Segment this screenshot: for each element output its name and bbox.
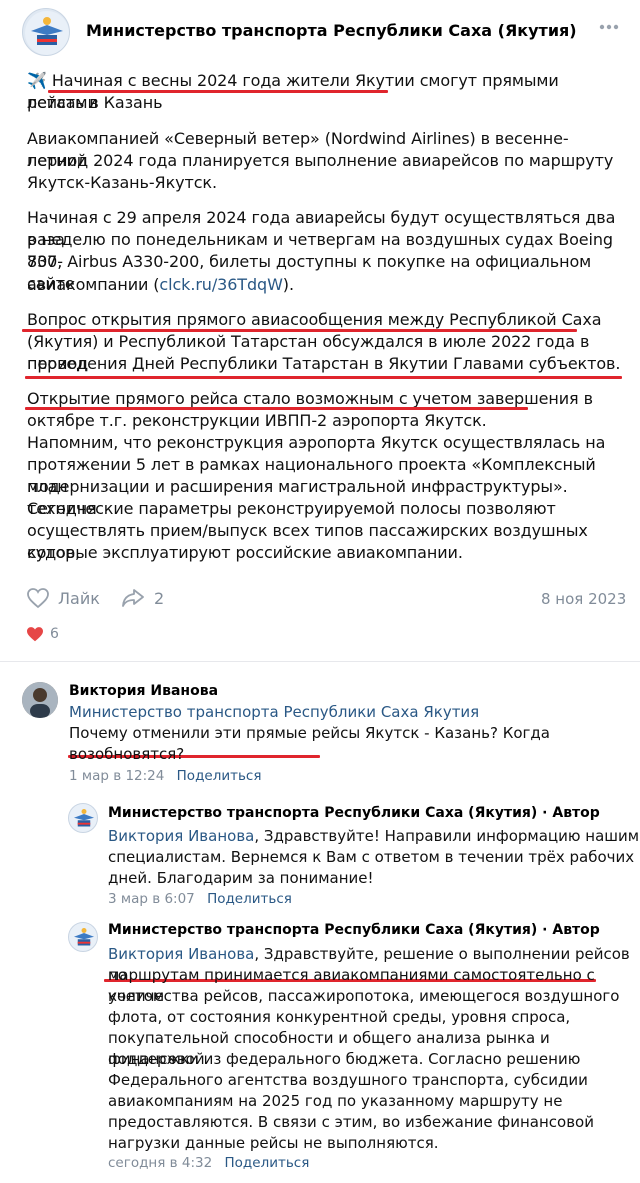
post-date[interactable]: 8 ноя 2023 (541, 590, 626, 608)
comment-time[interactable]: сегодня в 4:32 (108, 1155, 212, 1171)
comment-meta: сегодня в 4:32 Поделиться (108, 1155, 309, 1171)
user-photo-icon (22, 682, 58, 718)
comment-text: Виктория Иванова, Здравствуйте! Направил… (108, 827, 640, 845)
heart-filled-icon (27, 627, 43, 642)
comment-text: возобновятся? (69, 745, 185, 763)
share-arrow-icon (122, 589, 144, 607)
comment-text: авиакомпаниям на 2025 год по указанному … (108, 1092, 563, 1110)
reactions[interactable]: 6 (26, 626, 59, 642)
ministry-emblem-icon (74, 809, 94, 827)
heart-outline-icon (27, 588, 49, 609)
avatar[interactable] (22, 682, 58, 718)
comment-reply-to[interactable]: Виктория Иванова (108, 945, 254, 963)
comment-time[interactable]: 3 мар в 6:07 (108, 891, 195, 907)
comment-share-button[interactable]: Поделиться (207, 891, 292, 907)
airplane-emoji-icon: ✈️ (27, 71, 47, 90)
community-name[interactable]: Министерство транспорта Республики Саха … (86, 21, 577, 40)
highlight-underline (48, 90, 388, 93)
comment-text: поддержки из федерального бюджета. Согла… (108, 1050, 581, 1068)
more-horizontal-icon[interactable] (596, 14, 622, 40)
comment-text: специалистам. Вернемся к Вам с ответом в… (108, 848, 635, 866)
comment-share-button[interactable]: Поделиться (225, 1155, 310, 1171)
avatar[interactable] (68, 803, 98, 833)
comment-reply-to[interactable]: Виктория Иванова (108, 827, 254, 845)
avatar[interactable] (68, 922, 98, 952)
comment-text: дней. Благодарим за понимание! (108, 869, 374, 887)
share-button[interactable]: 2 (120, 587, 164, 609)
divider (0, 661, 640, 662)
highlight-underline (25, 407, 528, 410)
comment-text: предоставляются. В связи с этим, во избе… (108, 1113, 594, 1131)
like-button[interactable]: Лайк (26, 587, 100, 609)
comment-text: Почему отменили эти прямые рейсы Якутск … (69, 724, 550, 742)
comment-author[interactable]: Министерство транспорта Республики Саха … (108, 805, 600, 821)
comment-text: количества рейсов, пассажиропотока, имею… (108, 987, 620, 1005)
community-avatar[interactable] (22, 8, 70, 56)
comment-author[interactable]: Виктория Иванова (69, 683, 218, 699)
post-link[interactable]: clck.ru/36TdqW (159, 275, 282, 294)
comment-meta: 1 мар в 12:24 Поделиться (69, 768, 261, 784)
comment-time[interactable]: 1 мар в 12:24 (69, 768, 164, 784)
ministry-emblem-icon (25, 11, 69, 55)
comment-author[interactable]: Министерство транспорта Республики Саха … (108, 922, 600, 938)
comment-meta: 3 мар в 6:07 Поделиться (108, 891, 292, 907)
share-count: 2 (154, 588, 165, 608)
comment-share-button[interactable]: Поделиться (177, 768, 262, 784)
comment-text: Федерального агентства воздушного трансп… (108, 1071, 588, 1089)
reactions-count: 6 (50, 626, 59, 642)
ministry-emblem-icon (74, 928, 94, 946)
highlight-underline (22, 329, 577, 332)
highlight-underline (25, 376, 622, 379)
comment-text: флота, от состояния конкурентной среды, … (108, 1008, 571, 1026)
like-label: Лайк (58, 588, 100, 608)
comment-reply-to[interactable]: Министерство транспорта Республики Саха … (69, 703, 479, 721)
comment-text: нагрузки данные рейсы не выполняются. (108, 1134, 439, 1152)
